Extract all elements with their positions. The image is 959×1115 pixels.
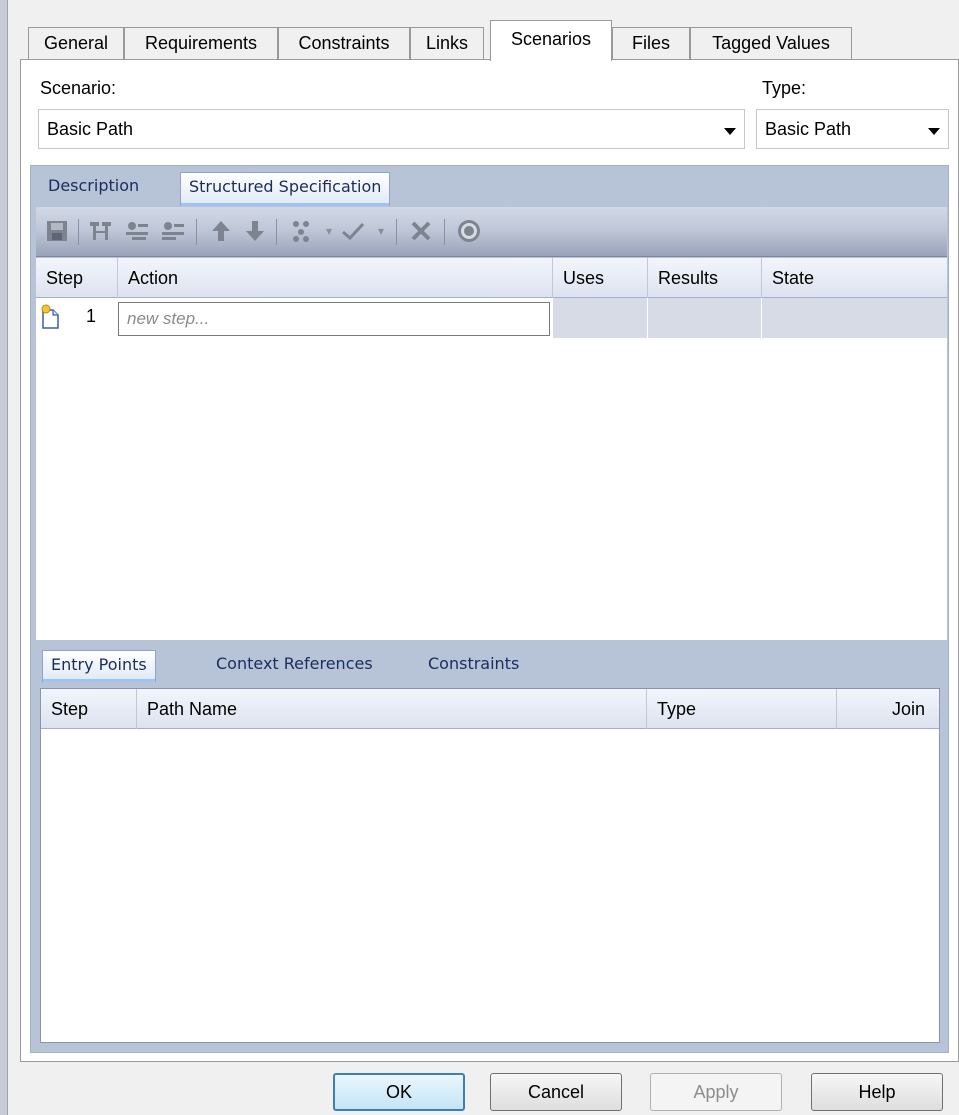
column-path-name[interactable]: Path Name — [137, 689, 647, 729]
new-step-placeholder: new step... — [127, 309, 210, 328]
tab-links[interactable]: Links — [410, 27, 484, 60]
window-left-edge — [0, 0, 8, 1115]
validate-dropdown-icon[interactable]: ▾ — [366, 215, 396, 247]
column-join[interactable]: Join — [837, 689, 939, 729]
tab-scenarios[interactable]: Scenarios — [490, 20, 612, 61]
type-value: Basic Path — [765, 119, 852, 139]
ok-button[interactable]: OK — [333, 1073, 465, 1111]
apply-button[interactable]: Apply — [650, 1073, 782, 1111]
results-cell[interactable] — [648, 298, 762, 338]
type-label: Type: — [762, 78, 807, 98]
step-cell: 1 — [36, 298, 118, 338]
scenario-select[interactable]: Basic Path — [38, 109, 745, 149]
spec-toolbar: ▾ ▾ — [36, 207, 947, 257]
new-step-input[interactable]: new step... — [118, 302, 550, 336]
column-state[interactable]: State — [762, 258, 947, 298]
cancel-button[interactable]: Cancel — [490, 1073, 622, 1111]
subtab-description[interactable]: Description — [40, 172, 147, 202]
indent-icon[interactable] — [122, 215, 152, 247]
type-select[interactable]: Basic Path — [756, 109, 949, 149]
column-type[interactable]: Type — [647, 689, 837, 729]
move-up-icon[interactable] — [206, 215, 236, 247]
tab-general[interactable]: General — [28, 27, 124, 60]
entry-points-grid: Step Path Name Type Join — [40, 688, 940, 1043]
tab-requirements[interactable]: Requirements — [124, 27, 278, 60]
chevron-down-icon — [928, 128, 940, 135]
new-step-icon — [41, 304, 59, 329]
column-uses[interactable]: Uses — [553, 258, 648, 298]
tab-context-references[interactable]: Context References — [208, 650, 381, 680]
steps-grid: Step Action Uses Results State 1 new ste… — [36, 258, 947, 640]
column-results[interactable]: Results — [648, 258, 762, 298]
properties-tabs: General Requirements Constraints Links S… — [20, 0, 959, 61]
chevron-down-icon — [724, 128, 736, 135]
tab-tagged-values[interactable]: Tagged Values — [690, 27, 852, 60]
generate-icon[interactable] — [286, 215, 316, 247]
entry-grid-header: Step Path Name Type Join — [41, 689, 939, 729]
help-button[interactable]: Help — [811, 1073, 943, 1111]
column-step[interactable]: Step — [36, 258, 118, 298]
steps-grid-header: Step Action Uses Results State — [36, 258, 947, 298]
table-row[interactable]: 1 new step... — [36, 298, 947, 338]
help-icon[interactable] — [454, 215, 484, 247]
insert-step-icon[interactable] — [86, 215, 116, 247]
tab-entry-points[interactable]: Entry Points — [42, 650, 156, 682]
scenario-value: Basic Path — [47, 119, 134, 139]
outdent-icon[interactable] — [158, 215, 188, 247]
save-icon[interactable] — [42, 215, 72, 247]
move-down-icon[interactable] — [240, 215, 270, 247]
state-cell[interactable] — [762, 298, 947, 338]
step-number: 1 — [86, 306, 97, 326]
tab-constraints-bottom[interactable]: Constraints — [420, 650, 527, 680]
column-action[interactable]: Action — [118, 258, 553, 298]
uses-cell[interactable] — [553, 298, 648, 338]
subtab-structured-specification[interactable]: Structured Specification — [180, 172, 391, 206]
delete-icon[interactable] — [406, 215, 436, 247]
tab-constraints[interactable]: Constraints — [278, 27, 410, 60]
tab-files[interactable]: Files — [612, 27, 690, 60]
column-entry-step[interactable]: Step — [41, 689, 137, 729]
scenario-label: Scenario: — [40, 78, 117, 98]
validate-icon[interactable] — [338, 215, 368, 247]
